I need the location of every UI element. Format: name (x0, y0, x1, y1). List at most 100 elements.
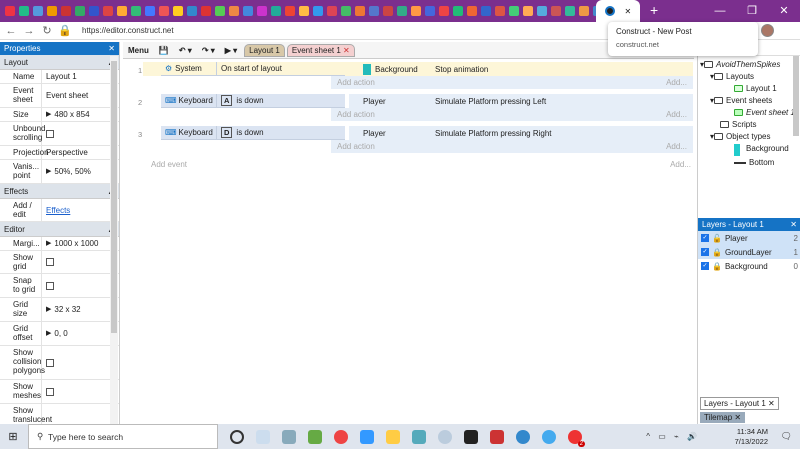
action-text[interactable]: Simulate Platform pressing Right (435, 126, 693, 140)
tab-favicon-icon[interactable] (145, 6, 155, 16)
prop-row-show-grid[interactable]: Show grid (0, 251, 119, 274)
url-field[interactable]: https://editor.construct.net (82, 26, 174, 35)
tab-favicon-icon[interactable] (19, 6, 29, 16)
redo-icon[interactable]: ↷ ▾ (197, 46, 220, 55)
tab-favicon-icon[interactable] (61, 6, 71, 16)
prop-row-vanishing[interactable]: Vanis... point ▶ 50%, 50% (0, 160, 119, 184)
project-scrollbar[interactable] (793, 56, 799, 136)
action-object[interactable]: Player (349, 94, 435, 108)
action-text[interactable]: Stop animation (435, 62, 693, 76)
add-event-link[interactable]: Add event (151, 160, 187, 169)
new-tab-button[interactable]: + (650, 2, 658, 18)
notifications-icon[interactable]: 🗨 (781, 431, 792, 442)
layer-row[interactable]: ✓ 🔓 Player 2 (698, 231, 800, 245)
condition-text[interactable]: On start of layout (217, 62, 345, 75)
tab-favicon-icon[interactable] (509, 6, 519, 16)
tab-favicon-icon[interactable] (579, 6, 589, 16)
tab-favicon-icon[interactable] (495, 6, 505, 16)
tree-object-types[interactable]: ▾ Object types (698, 132, 800, 142)
effects-link[interactable]: Effects (46, 206, 70, 215)
add-event-row[interactable]: Add event Add... (151, 160, 691, 169)
effects-section[interactable]: Effects▲ (0, 184, 119, 199)
prop-row-size[interactable]: Size ▶ 480 x 854 (0, 108, 119, 122)
snap-checkbox[interactable] (46, 281, 54, 290)
tab-event-sheet-1[interactable]: Event sheet 1 ✕ (286, 43, 355, 57)
tab-favicon-icon[interactable] (187, 6, 197, 16)
tab-favicon-icon[interactable] (243, 6, 253, 16)
prop-row-margins[interactable]: Margi... ▶ 1000 x 1000 (0, 237, 119, 251)
tree-layout-1[interactable]: Layout 1 (698, 84, 800, 94)
unbounded-checkbox[interactable] (46, 129, 54, 138)
system-tray-icons[interactable]: ^ ▭ ⌁ 🔊 (646, 432, 700, 441)
save-icon[interactable]: 💾 (154, 46, 174, 55)
lock-icon[interactable]: 🔒 (712, 262, 722, 271)
photos-icon[interactable] (282, 429, 296, 444)
tab-close-icon[interactable]: ✕ (624, 7, 631, 16)
menu-button[interactable]: Menu (123, 46, 154, 55)
tab-favicon-icon[interactable] (159, 6, 169, 16)
tree-background[interactable]: Background (698, 144, 800, 156)
add-action-row[interactable]: Add action Add... (331, 108, 693, 121)
layer-row[interactable]: ✓ 🔒 Background 0 (698, 259, 800, 273)
tab-favicon-icon[interactable] (551, 6, 561, 16)
add-action-row[interactable]: Add action Add... (331, 140, 693, 153)
tab-favicon-icon[interactable] (467, 6, 477, 16)
close-icon[interactable]: ✕ (790, 220, 797, 229)
tab-favicon-icon[interactable] (131, 6, 141, 16)
tab-favicon-icon[interactable] (383, 6, 393, 16)
close-icon[interactable]: ✕ (734, 413, 741, 422)
expand-icon[interactable]: ▶ (46, 239, 51, 248)
lock-icon[interactable]: 🔓 (712, 234, 722, 243)
play-icon[interactable]: ▶ ▾ (220, 46, 242, 55)
prop-value-size[interactable]: ▶ 480 x 854 (42, 108, 119, 121)
condition-text[interactable]: Ais down (217, 94, 345, 107)
tree-bottom[interactable]: Bottom (698, 158, 800, 168)
forward-icon[interactable]: → (22, 25, 36, 37)
filezilla-icon[interactable] (490, 429, 504, 444)
close-icon[interactable]: ✕ (768, 399, 775, 408)
minimize-button[interactable]: — (704, 0, 736, 22)
app-icon[interactable] (360, 429, 374, 444)
reload-icon[interactable]: ↻ (40, 24, 54, 37)
tab-favicon-icon[interactable] (117, 6, 127, 16)
expand-icon[interactable]: ▶ (46, 329, 51, 338)
visible-checkbox[interactable]: ✓ (701, 234, 709, 242)
chrome-icon[interactable] (334, 429, 348, 444)
add-link[interactable]: Add... (666, 142, 687, 151)
prop-row-collision[interactable]: Show collision polygons (0, 346, 119, 380)
tab-favicon-icon[interactable] (75, 6, 85, 16)
tab-favicon-icon[interactable] (397, 6, 407, 16)
tab-layers[interactable]: Layers - Layout 1 ✕ (700, 397, 779, 410)
tree-event-sheet-1[interactable]: Event sheet 1 (698, 108, 800, 118)
lock-icon[interactable]: 🔒 (712, 248, 722, 257)
tab-favicon-icon[interactable] (425, 6, 435, 16)
event-object[interactable]: ⚙ System (161, 62, 217, 75)
event-object[interactable]: ⌨ Keyboard (161, 126, 217, 139)
back-icon[interactable]: ← (4, 25, 18, 37)
profile-avatar[interactable] (761, 24, 774, 37)
add-action-link[interactable]: Add action (337, 142, 375, 151)
notification-app-icon[interactable]: 2 (568, 429, 585, 447)
tree-scripts[interactable]: Scripts (698, 120, 800, 130)
event-row[interactable]: 3 ⌨ Keyboard Dis down Player Simulate Pla… (138, 126, 693, 153)
tab-tilemap[interactable]: Tilemap ✕ (700, 412, 746, 423)
add-action-link[interactable]: Add action (337, 78, 375, 87)
tab-favicon-icon[interactable] (229, 6, 239, 16)
scrollbar-thumb[interactable] (111, 61, 117, 333)
taskbar-clock[interactable]: 11:34 AM 7/13/2022 (735, 427, 768, 447)
prop-row-name[interactable]: Name Layout 1 (0, 70, 119, 84)
tab-favicon-icon[interactable] (257, 6, 267, 16)
event-sheet-select[interactable]: Event sheet▾ (42, 84, 119, 107)
task-view-icon[interactable] (256, 429, 270, 444)
add-link[interactable]: Add... (670, 160, 691, 169)
tab-favicon-icon[interactable] (215, 6, 225, 16)
tab-favicon-icon[interactable] (33, 6, 43, 16)
editor-section[interactable]: Editor▲ (0, 222, 119, 237)
tree-root[interactable]: ▾ AvoidThemSpikes (698, 60, 800, 70)
prop-row-effects[interactable]: Add / edit Effects (0, 199, 119, 222)
tab-favicon-icon[interactable] (369, 6, 379, 16)
layer-row[interactable]: ✓ 🔒 GroundLayer 1 (698, 245, 800, 259)
tab-favicon-icon[interactable] (313, 6, 323, 16)
taskbar-search[interactable]: ⚲ Type here to search (28, 424, 218, 449)
app-icon[interactable] (412, 429, 426, 444)
